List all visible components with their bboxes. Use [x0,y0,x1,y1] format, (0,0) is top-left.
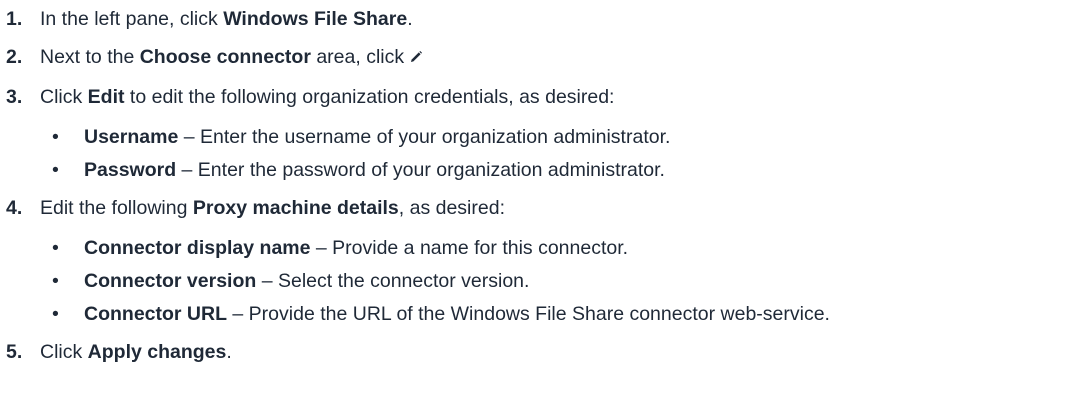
bullet: • [52,237,59,259]
step-4: 4. Edit the following Proxy machine detai… [6,195,1076,221]
field-description: – Provide the URL of the Windows File Sh… [227,303,830,325]
proxy-details-list: • Connector display name – Provide a name… [6,235,1076,327]
field-description: – Select the connector version. [256,270,530,292]
step-text: In the left pane, click [40,8,224,30]
ui-term: Proxy machine details [192,197,399,219]
bullet: • [52,303,59,325]
field-name: Connector version [84,270,257,292]
bullet: • [52,270,59,292]
field-description: – Enter the password of your organizatio… [176,159,665,181]
pencil-icon [408,46,424,72]
step-text: Edit the following [40,197,193,219]
step-text: Next to the [40,46,140,68]
bullet: • [52,159,59,181]
step-text: area, click [310,46,405,68]
ui-term: Edit [87,86,125,108]
step-text: . [407,8,413,30]
step-5: 5. Click Apply changes. [6,339,1076,365]
list-item: • Connector display name – Provide a name… [6,235,1076,261]
step-2: 2. Next to the Choose connector area, cli… [6,44,1076,72]
list-item: • Connector version – Select the connecto… [6,268,1076,294]
ui-term: Windows File Share [223,8,408,30]
credentials-list: • Username – Enter the username of your o… [6,124,1076,183]
step-text: Click [40,86,88,108]
step-number: 1. [6,8,23,30]
step-text: , as desired: [398,197,505,219]
field-description: – Enter the username of your organizatio… [178,126,671,148]
step-number: 5. [6,341,23,363]
ui-term: Choose connector [139,46,311,68]
field-name: Connector display name [84,237,311,259]
step-text: Click [40,341,88,363]
field-description: – Provide a name for this connector. [310,237,629,259]
bullet: • [52,126,59,148]
instructions: 1. In the left pane, click Windows File S… [0,0,1076,365]
list-item: • Connector URL – Provide the URL of the … [6,301,1076,327]
list-item: • Password – Enter the password of your o… [6,157,1076,183]
field-name: Password [84,159,177,181]
step-number: 4. [6,197,23,219]
step-text: . [226,341,232,363]
step-text: to edit the following organization crede… [124,86,615,108]
step-3: 3. Click Edit to edit the following organ… [6,84,1076,110]
step-number: 2. [6,46,23,68]
list-item: • Username – Enter the username of your o… [6,124,1076,150]
ui-term: Apply changes [87,341,227,363]
step-number: 3. [6,86,23,108]
field-name: Username [84,126,179,148]
step-1: 1. In the left pane, click Windows File S… [6,6,1076,32]
field-name: Connector URL [84,303,227,325]
